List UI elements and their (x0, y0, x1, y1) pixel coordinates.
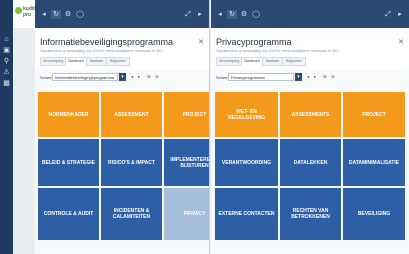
zoom-out-icon[interactable]: ⊖ (155, 74, 159, 80)
tile-wet-en-regelgeving[interactable]: WET- EN REGELGEVING (215, 92, 278, 137)
tile-risicos-impact[interactable]: RISICO'S & IMPACT (101, 139, 162, 186)
refresh-icon[interactable]: ↻ (227, 10, 237, 19)
collapse-icon[interactable]: ◂ (215, 10, 225, 19)
tab-schemas[interactable]: Schema's (65, 57, 87, 66)
brand-logo[interactable]: kudit pro (13, 0, 35, 28)
next-icon[interactable]: ▸ (138, 74, 140, 80)
pin-icon[interactable]: ▸ (395, 10, 405, 19)
brand-name: kudit pro (23, 6, 35, 18)
scheme-select[interactable]: Privacyprogramma (228, 73, 294, 81)
close-icon[interactable]: ✕ (398, 38, 404, 46)
dashboard-icon[interactable]: ▣ (2, 46, 11, 55)
zoom-in-icon[interactable]: ⊕ (323, 74, 327, 80)
comment-icon[interactable]: ◯ (251, 10, 261, 19)
panel-topbar: ◂ ↻ ⚙ ◯ ⤢ ▸ (35, 0, 209, 28)
chevron-down-icon[interactable]: ▾ (295, 73, 302, 81)
zoom-out-icon[interactable]: ⊖ (331, 74, 335, 80)
tab-omschrijving[interactable]: Omschrijving (216, 57, 242, 66)
panel-topbar: ◂ ↻ ⚙ ◯ ⤢ ▸ (211, 0, 409, 28)
pin-icon[interactable]: ▸ (195, 10, 205, 19)
tile-project[interactable]: PROJECT (164, 92, 209, 137)
tile-rechten-van-betrokkenen[interactable]: RECHTEN VAN BETROKKENEN (280, 188, 341, 240)
scheme-toolbar: Schema Informatiebeveiligingsprogramma ▾… (35, 71, 209, 85)
page-title: Privacyprogramma (216, 37, 292, 47)
tile-datalekken[interactable]: DATALEKKEN (280, 139, 341, 186)
left-nav: ⌂ ▣ ⚲ ⚠ ▦ (0, 0, 13, 254)
tab-rapporten[interactable]: Rapporten (282, 57, 306, 66)
tile-project[interactable]: PROJECT (343, 92, 405, 137)
previous-icon[interactable]: ◂ (131, 74, 133, 80)
page-title: Informatiebeveiligingsprogramma (40, 37, 174, 47)
tile-verantwoording[interactable]: VERANTWOORDING (215, 139, 278, 186)
tile-incidenten-calamiteiten[interactable]: INCIDENTEN & CALAMITEITEN (101, 188, 162, 240)
tile-assessment[interactable]: ASSESSMENT (101, 92, 162, 137)
grid-icon[interactable]: ▦ (2, 79, 11, 88)
tab-rapporten[interactable]: Rapporten (106, 57, 130, 66)
alert-icon[interactable]: ⚠ (2, 68, 11, 77)
expand-icon[interactable]: ⤢ (183, 10, 193, 19)
tab-matrices[interactable]: Matrices (86, 57, 107, 66)
comment-icon[interactable]: ◯ (75, 10, 85, 19)
next-icon[interactable]: ▸ (314, 74, 316, 80)
tile-privacy[interactable]: PRIVACY (164, 188, 209, 240)
tile-controle-audit[interactable]: CONTROLE & AUDIT (38, 188, 99, 240)
tab-omschrijving[interactable]: Omschrijving (40, 57, 66, 66)
tile-externe-contacten[interactable]: EXTERNE CONTACTEN (215, 188, 278, 240)
chevron-down-icon[interactable]: ▾ (119, 73, 126, 81)
search-icon[interactable]: ⚲ (2, 57, 11, 66)
tile-beleid-strategie[interactable]: BELEID & STRATEGIE (38, 139, 99, 186)
settings-icon[interactable]: ⚙ (239, 10, 249, 19)
tile-assessments[interactable]: ASSESSMENTS (280, 92, 341, 137)
refresh-icon[interactable]: ↻ (51, 10, 61, 19)
scheme-toolbar: Schema Privacyprogramma ▾ ◂ ▸ ⊕ ⊖ (211, 71, 409, 85)
expand-icon[interactable]: ⤢ (383, 10, 393, 19)
left-panel: ◂ ↻ ⚙ ◯ ⤢ ▸ Informatiebeveiligingsprogra… (35, 0, 210, 254)
collapse-icon[interactable]: ◂ (39, 10, 49, 19)
scheme-select[interactable]: Informatiebeveiligingsprogramma (52, 73, 118, 81)
zoom-in-icon[interactable]: ⊕ (147, 74, 151, 80)
settings-icon[interactable]: ⚙ (63, 10, 73, 19)
close-icon[interactable]: ✕ (198, 38, 204, 46)
tile-dataminimalisatie[interactable]: DATAMINIMALISATIE (343, 139, 405, 186)
previous-icon[interactable]: ◂ (307, 74, 309, 80)
logo-icon (15, 7, 22, 14)
page-subtitle: Gepubliceerd op vierkantjtag, live 2015 … (40, 49, 163, 53)
tile-implementeren-bijsturen[interactable]: IMPLEMENTEREN & BIJSTUREN (164, 139, 209, 186)
home-icon[interactable]: ⌂ (2, 35, 11, 44)
tile-normenkader[interactable]: NORMENKADER (38, 92, 99, 137)
tile-beveiliging[interactable]: BEVEILIGING (343, 188, 405, 240)
tab-matrices[interactable]: Matrices (262, 57, 283, 66)
tab-schemas[interactable]: Schema's (241, 57, 263, 66)
right-panel: ◂ ↻ ⚙ ◯ ⤢ ▸ Privacyprogramma Gepubliceer… (211, 0, 409, 254)
page-subtitle: Gepubliceerd op vierkantjtag, live 2015 … (216, 49, 339, 53)
